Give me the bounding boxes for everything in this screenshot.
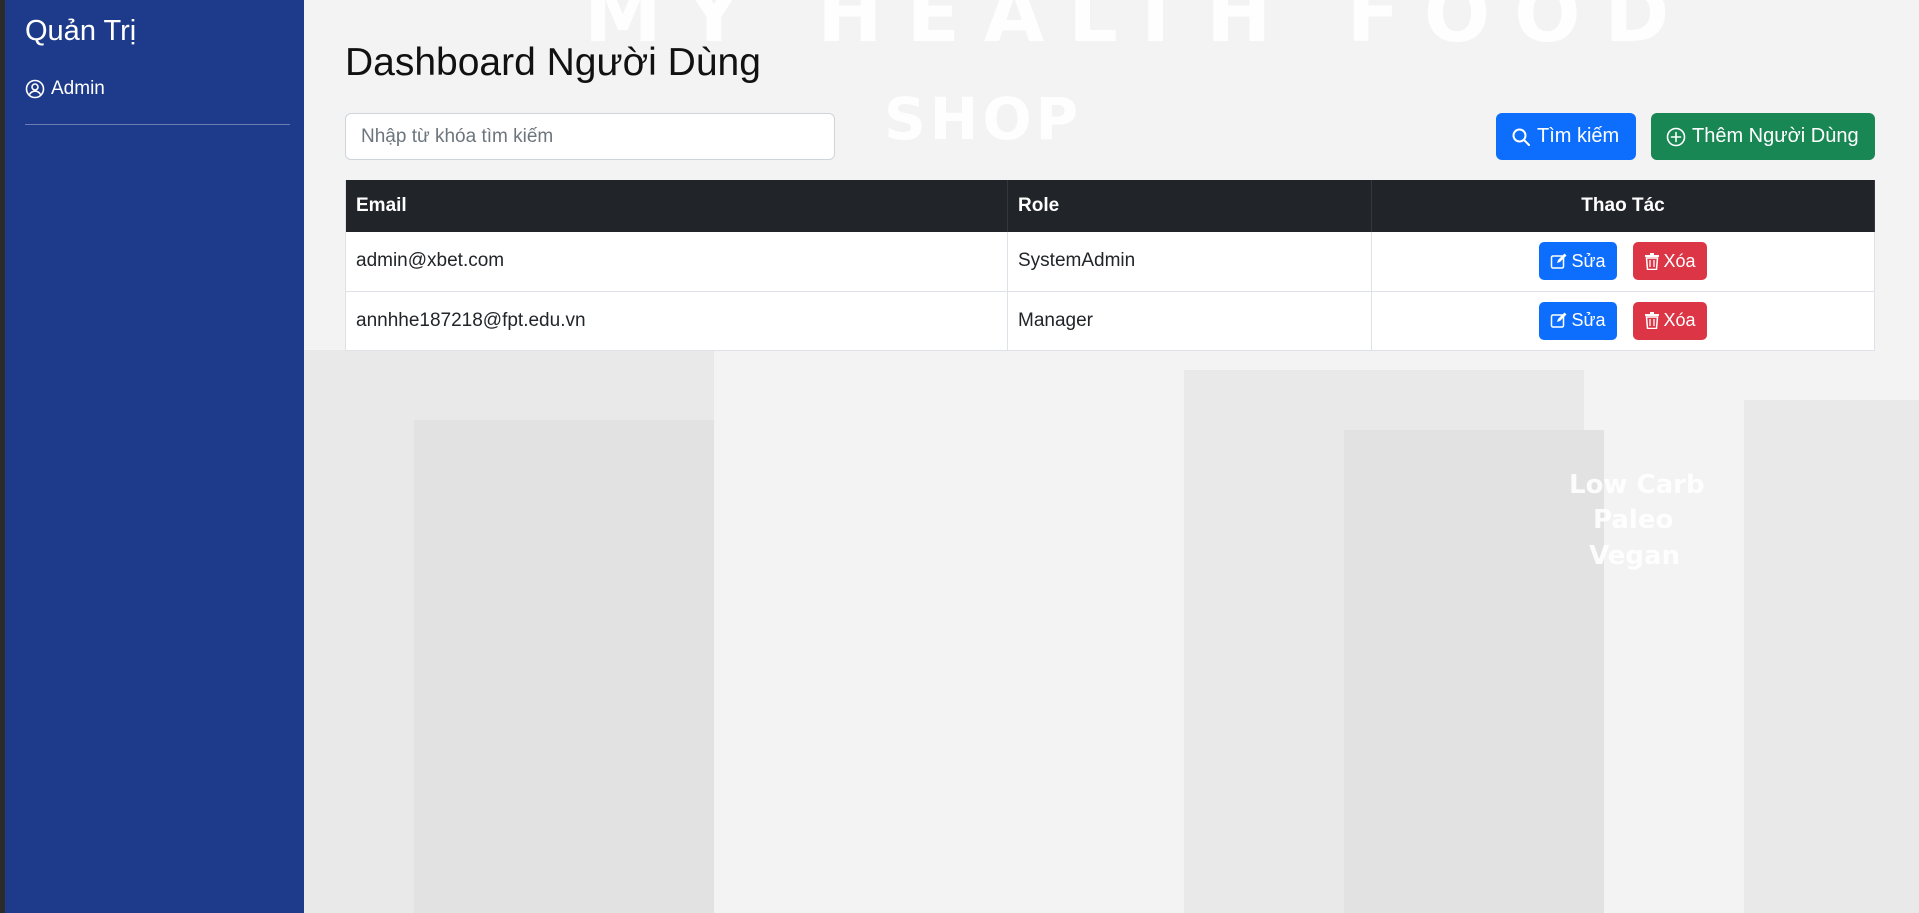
toolbar: Tìm kiếm Thêm Người Dùng bbox=[345, 113, 1875, 160]
table-row: admin@xbet.com SystemAdmin Sửa Xóa bbox=[345, 232, 1875, 292]
background-sign-line-3: Vegan bbox=[1589, 541, 1680, 571]
content-area: Dashboard Người Dùng Tìm kiếm Thêm Người… bbox=[345, 0, 1875, 351]
sidebar-item-label: Admin bbox=[51, 78, 105, 99]
column-header-actions: Thao Tác bbox=[1371, 180, 1875, 232]
edit-icon bbox=[1550, 312, 1567, 329]
table-header-row: Email Role Thao Tác bbox=[345, 180, 1875, 232]
cell-role: Manager bbox=[1007, 291, 1372, 351]
delete-button-label: Xóa bbox=[1663, 310, 1696, 330]
search-input[interactable] bbox=[345, 113, 835, 160]
user-circle-icon bbox=[25, 79, 45, 99]
edit-button[interactable]: Sửa bbox=[1539, 301, 1617, 340]
cell-email: annhhe187218@fpt.edu.vn bbox=[345, 291, 1008, 351]
column-header-role: Role bbox=[1007, 180, 1372, 232]
edit-button[interactable]: Sửa bbox=[1539, 242, 1617, 281]
edit-icon bbox=[1550, 253, 1567, 270]
search-button[interactable]: Tìm kiếm bbox=[1496, 113, 1636, 160]
sidebar-brand: Quản Trị bbox=[25, 15, 137, 47]
sidebar: Quản Trị Admin bbox=[5, 0, 304, 913]
search-button-label: Tìm kiếm bbox=[1537, 125, 1620, 147]
cell-actions: Sửa Xóa bbox=[1371, 232, 1875, 292]
add-user-button-label: Thêm Người Dùng bbox=[1692, 125, 1859, 147]
delete-button[interactable]: Xóa bbox=[1632, 301, 1707, 340]
search-icon bbox=[1511, 127, 1531, 147]
sidebar-item-admin[interactable]: Admin bbox=[25, 78, 284, 100]
add-user-button[interactable]: Thêm Người Dùng bbox=[1651, 113, 1875, 160]
background-sign-line-1: Low Carb bbox=[1569, 470, 1705, 500]
column-header-email: Email bbox=[345, 180, 1008, 232]
trash-icon bbox=[1644, 312, 1660, 329]
cell-role: SystemAdmin bbox=[1007, 232, 1372, 292]
main-panel: MY HEALTH FOOD SHOP Low Carb Paleo Vegan… bbox=[304, 0, 1919, 913]
trash-icon bbox=[1644, 252, 1660, 270]
table-row: annhhe187218@fpt.edu.vn Manager Sửa Xóa bbox=[345, 291, 1875, 351]
background-sign-line-2: Paleo bbox=[1593, 505, 1674, 535]
sidebar-divider bbox=[25, 124, 290, 125]
cell-actions: Sửa Xóa bbox=[1371, 291, 1875, 351]
cell-email: admin@xbet.com bbox=[345, 232, 1008, 292]
delete-button[interactable]: Xóa bbox=[1632, 242, 1707, 281]
page-title: Dashboard Người Dùng bbox=[345, 41, 761, 84]
users-table: Email Role Thao Tác admin@xbet.com Syste… bbox=[345, 180, 1875, 351]
plus-circle-icon bbox=[1666, 127, 1686, 147]
edit-button-label: Sửa bbox=[1571, 250, 1606, 271]
edit-button-label: Sửa bbox=[1571, 310, 1606, 330]
delete-button-label: Xóa bbox=[1663, 250, 1696, 271]
